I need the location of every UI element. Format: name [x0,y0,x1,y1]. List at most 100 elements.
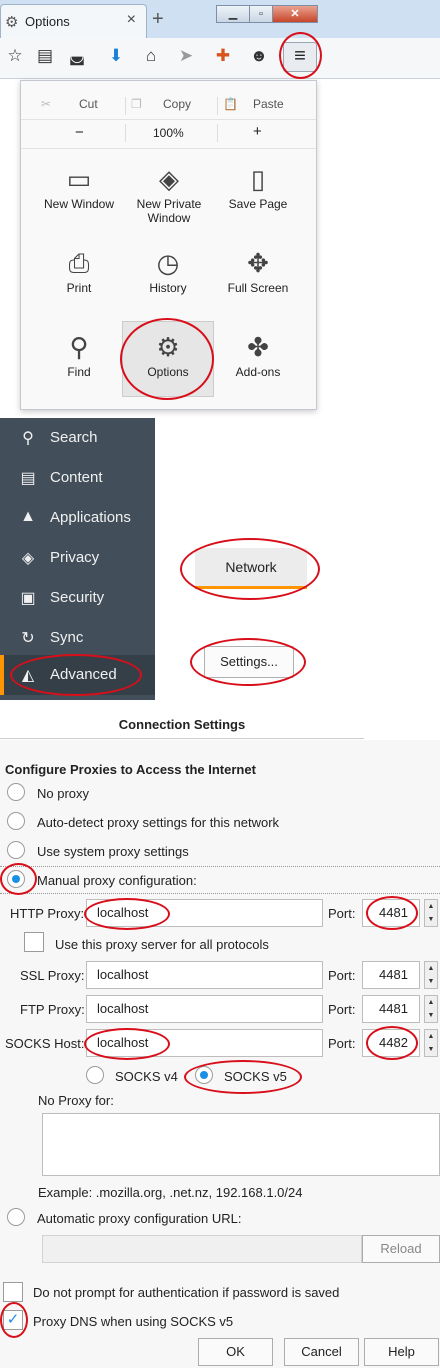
menu-history[interactable]: ◷ History [122,245,214,295]
minimize-button[interactable]: ▁ [216,5,250,23]
tab-network[interactable]: Network [195,548,307,589]
radio-system-proxy[interactable] [7,841,25,859]
maximize-button[interactable]: ▫ [249,5,273,23]
dialog-title: Connection Settings [0,712,364,739]
new-tab-button[interactable]: + [152,8,164,31]
tab-options[interactable]: ⚙ Options × [0,4,147,38]
menu-save-page[interactable]: ▯ Save Page [212,161,304,211]
close-tab-icon[interactable]: × [127,11,136,29]
send-icon[interactable]: ➤ [175,46,197,66]
home-icon[interactable]: ⌂ [140,46,162,66]
bookmarks-list-icon[interactable]: ▤ [34,46,56,66]
manual-proxy-label: Manual proxy configuration: [37,873,197,888]
checkbox-use-for-all[interactable] [24,932,44,952]
http-port-spinner[interactable]: ▲ ▼ [424,899,438,927]
no-proxy-for-label: No Proxy for: [38,1093,114,1108]
http-port-label: Port: [328,906,356,921]
pocket-icon[interactable]: ◛ [66,46,88,66]
http-port-input[interactable]: 4481 [362,899,420,927]
lock-icon: ▣ [20,590,36,607]
search-icon: ⚲ [22,430,34,447]
extension-icon[interactable]: ✚ [212,46,234,66]
menu-find[interactable]: ⚲ Find [33,329,125,379]
mask-icon: ◈ [159,164,179,194]
ssl-port-input[interactable]: 4481 [362,961,420,989]
no-proxy-for-textarea[interactable] [42,1113,440,1176]
ok-button[interactable]: OK [198,1338,273,1366]
proxy-dns-label: Proxy DNS when using SOCKS v5 [33,1314,234,1329]
radio-auto-detect[interactable] [7,812,25,830]
sidebar-item-security[interactable]: ▣ Security [0,578,155,618]
close-window-button[interactable]: ✕ [272,5,318,23]
sidebar-item-applications[interactable]: ▲ Applications [0,498,155,538]
sidebar-item-content[interactable]: ▤ Content [0,458,155,498]
http-proxy-input[interactable]: localhost [86,899,323,927]
copy-icon: ❐ [131,97,142,111]
socks-port-label: Port: [328,1036,356,1051]
cancel-button[interactable]: Cancel [284,1338,359,1366]
use-for-all-label: Use this proxy server for all protocols [55,937,269,952]
ftp-proxy-input[interactable]: localhost [86,995,323,1023]
radio-auto-config-url[interactable] [7,1208,25,1226]
sync-icon: ↻ [21,630,35,647]
rocket-icon: ▲ [20,508,36,525]
cut-button[interactable]: Cut [79,97,98,111]
socks-port-spinner[interactable]: ▲ ▼ [424,1029,438,1057]
radio-manual-proxy[interactable] [7,870,25,888]
puzzle-icon: ✤ [247,332,269,362]
socks-v5-label: SOCKS v5 [224,1069,287,1084]
copy-button[interactable]: Copy [163,97,191,111]
gear-icon: ⚙ [156,332,180,362]
paste-icon: 📋 [223,97,238,111]
menu-options[interactable]: ⚙ Options [122,321,214,397]
ssl-port-spinner[interactable]: ▲ ▼ [424,961,438,989]
magnifier-icon: ⚲ [69,332,89,362]
ftp-port-spinner[interactable]: ▲ ▼ [424,995,438,1023]
chat-icon[interactable]: ☻ [248,46,270,66]
sidebar-item-privacy[interactable]: ◈ Privacy [0,538,155,578]
settings-button[interactable]: Settings... [204,646,294,678]
clock-icon: ◷ [156,248,180,278]
zoom-level[interactable]: 100% [153,126,184,140]
sidebar-item-advanced[interactable]: ◭ Advanced [0,655,155,695]
zoom-out-button[interactable]: − [75,124,84,141]
ssl-proxy-input[interactable]: localhost [86,961,323,989]
page-icon: ▯ [250,164,266,194]
radio-no-proxy[interactable] [7,783,25,801]
fullscreen-icon: ✥ [247,248,269,278]
help-button[interactable]: Help [364,1338,439,1366]
auto-config-url-input[interactable] [42,1235,362,1263]
prefs-sidebar: ⚲ Search ▤ Content ▲ Applications ◈ Priv… [0,418,155,700]
menu-new-window[interactable]: ▭ New Window [33,161,125,211]
checkbox-no-prompt[interactable] [3,1282,23,1302]
ftp-port-input[interactable]: 4481 [362,995,420,1023]
printer-icon: ⎙ [68,248,90,278]
ftp-port-label: Port: [328,1002,356,1017]
socks-port-input[interactable]: 4482 [362,1029,420,1057]
bookmark-star-icon[interactable]: ☆ [4,46,26,66]
socks-host-input[interactable]: localhost [86,1029,323,1057]
checkbox-proxy-dns[interactable]: ✓ [3,1310,23,1330]
menu-full-screen[interactable]: ✥ Full Screen [212,245,304,295]
radio-socks-v4[interactable] [86,1066,104,1084]
sidebar-item-sync[interactable]: ↻ Sync [0,618,155,658]
menu-print[interactable]: ⎙ Print [33,245,125,295]
hamburger-menu-button[interactable]: ≡ [283,42,317,72]
tab-title: Options [25,14,70,29]
sidebar-item-search[interactable]: ⚲ Search [0,418,155,458]
radio-socks-v5[interactable] [195,1066,213,1084]
edit-row: ✂ Cut ❐ Copy 📋 Paste [21,93,316,119]
mask-icon: ◈ [21,550,35,567]
reload-button[interactable]: Reload [362,1235,440,1263]
document-icon: ▤ [20,470,36,487]
paste-button[interactable]: Paste [253,97,284,111]
menu-new-private-window[interactable]: ◈ New Private Window [122,161,216,225]
menu-add-ons[interactable]: ✤ Add-ons [212,329,304,379]
zoom-row: − 100% + [21,119,316,149]
system-proxy-label: Use system proxy settings [37,844,189,859]
ftp-proxy-label: FTP Proxy: [20,1002,85,1017]
download-icon[interactable]: ⬇ [105,46,127,66]
zoom-in-button[interactable]: + [253,123,262,140]
http-proxy-label: HTTP Proxy: [10,906,85,921]
auto-config-url-label: Automatic proxy configuration URL: [37,1211,242,1226]
